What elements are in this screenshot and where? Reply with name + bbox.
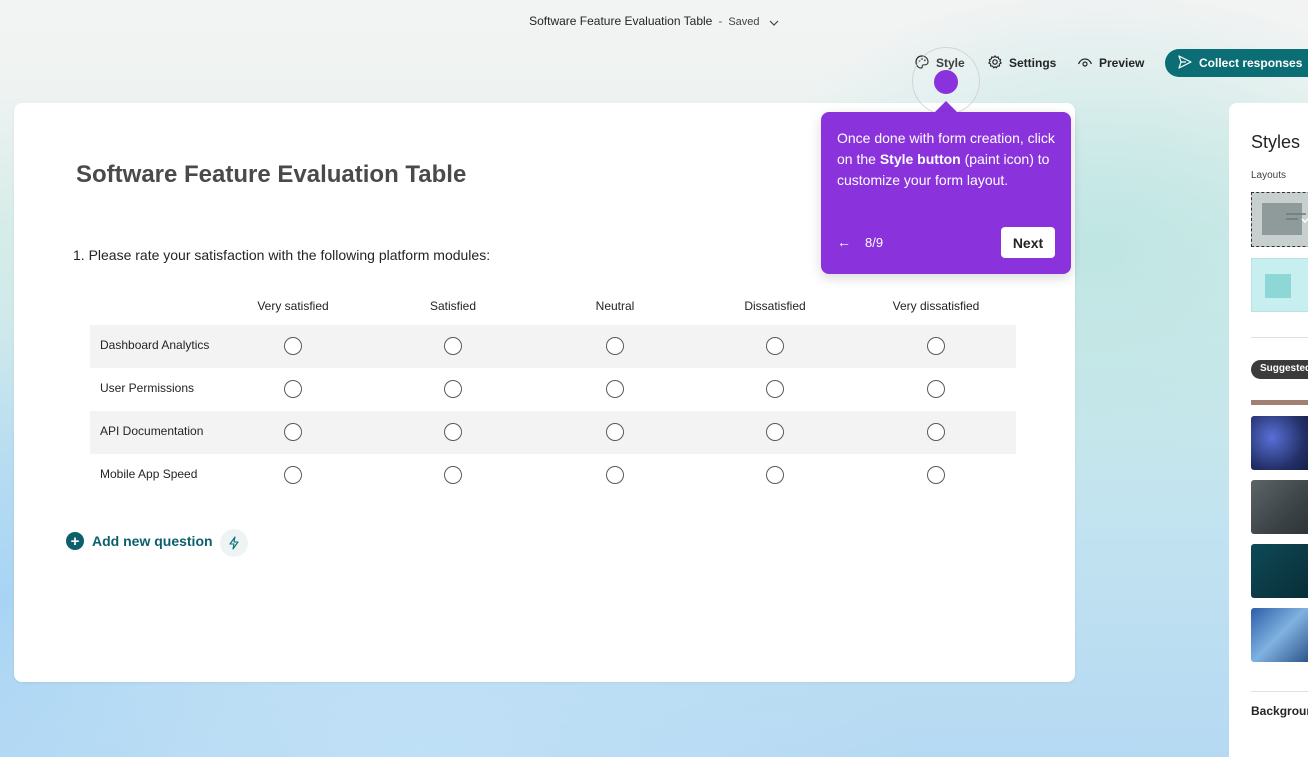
- radio-button[interactable]: [606, 423, 624, 441]
- layout-option-selected[interactable]: [1251, 192, 1308, 247]
- next-button[interactable]: Next: [1001, 227, 1055, 258]
- radio-button[interactable]: [284, 466, 302, 484]
- theme-thumbnail[interactable]: [1251, 480, 1308, 534]
- question-text[interactable]: 1. Please rate your satisfaction with th…: [73, 247, 490, 263]
- row-label: Dashboard Analytics: [100, 338, 210, 352]
- preview-button[interactable]: Preview: [1077, 54, 1144, 72]
- document-title-bar[interactable]: Software Feature Evaluation Table - Saved: [0, 14, 1308, 29]
- row-label: Mobile App Speed: [100, 467, 198, 481]
- table-row: User Permissions: [90, 368, 1016, 411]
- chevron-down-icon[interactable]: [769, 15, 779, 29]
- styles-panel: Styles Layouts Suggested Background: [1229, 103, 1308, 757]
- collect-responses-label: Collect responses: [1199, 56, 1303, 70]
- table-row: Mobile App Speed: [90, 454, 1016, 497]
- check-icon: [1286, 213, 1308, 224]
- radio-button[interactable]: [444, 423, 462, 441]
- save-status: Saved: [728, 16, 760, 28]
- radio-button[interactable]: [444, 380, 462, 398]
- table-row: API Documentation: [90, 411, 1016, 454]
- radio-button[interactable]: [606, 380, 624, 398]
- radio-button[interactable]: [444, 337, 462, 355]
- column-header: Neutral: [595, 299, 635, 313]
- row-label: User Permissions: [100, 381, 195, 395]
- plus-circle-icon: +: [66, 532, 84, 550]
- background-label: Background: [1251, 704, 1308, 718]
- column-header: Very dissatisfied: [892, 299, 980, 313]
- gear-icon: [987, 54, 1003, 73]
- preview-button-label: Preview: [1099, 56, 1145, 70]
- settings-button-label: Settings: [1009, 56, 1057, 70]
- document-title[interactable]: Software Feature Evaluation Table: [529, 14, 712, 28]
- radio-button[interactable]: [606, 337, 624, 355]
- back-arrow-icon[interactable]: ←: [837, 234, 851, 250]
- add-new-question-label: Add new question: [92, 533, 213, 549]
- lightning-icon[interactable]: [220, 529, 248, 557]
- radio-button[interactable]: [606, 466, 624, 484]
- settings-button[interactable]: Settings: [987, 54, 1056, 72]
- eye-icon: [1077, 54, 1093, 73]
- top-bar: Software Feature Evaluation Table - Saved: [0, 0, 1308, 44]
- radio-button[interactable]: [766, 337, 784, 355]
- theme-thumbnail[interactable]: [1251, 416, 1308, 470]
- collect-responses-button[interactable]: Collect responses: [1165, 49, 1308, 77]
- row-label: API Documentation: [100, 424, 204, 438]
- radio-button[interactable]: [927, 337, 945, 355]
- guide-tooltip: Once done with form creation, click on t…: [821, 112, 1071, 274]
- radio-button[interactable]: [927, 423, 945, 441]
- styles-panel-title: Styles: [1251, 132, 1301, 152]
- layouts-label: Layouts: [1251, 170, 1287, 181]
- theme-thumbnail[interactable]: [1251, 400, 1308, 405]
- table-row: Dashboard Analytics: [90, 325, 1016, 368]
- radio-button[interactable]: [927, 466, 945, 484]
- title-separator: -: [718, 14, 723, 28]
- spotlight-dot: [934, 70, 958, 94]
- suggested-tag[interactable]: Suggested: [1251, 360, 1308, 379]
- radio-button[interactable]: [284, 337, 302, 355]
- radio-button[interactable]: [766, 380, 784, 398]
- layout-option[interactable]: [1251, 258, 1308, 312]
- add-new-question-button[interactable]: + Add new question: [66, 532, 213, 550]
- tooltip-bold-text: Style button: [879, 151, 961, 167]
- radio-button[interactable]: [927, 380, 945, 398]
- tooltip-step-counter: 8/9: [865, 235, 884, 250]
- radio-button[interactable]: [766, 466, 784, 484]
- divider: [1251, 337, 1308, 338]
- column-header: Dissatisfied: [744, 299, 806, 313]
- send-icon: [1177, 54, 1193, 73]
- column-header: Satisfied: [429, 299, 477, 313]
- radio-button[interactable]: [444, 466, 462, 484]
- tooltip-message: Once done with form creation, click on t…: [837, 130, 1055, 188]
- divider: [1251, 691, 1308, 692]
- radio-button[interactable]: [284, 380, 302, 398]
- theme-thumbnail[interactable]: [1251, 608, 1308, 662]
- form-title[interactable]: Software Feature Evaluation Table: [76, 161, 466, 189]
- radio-button[interactable]: [766, 423, 784, 441]
- radio-button[interactable]: [284, 423, 302, 441]
- theme-thumbnail[interactable]: [1251, 544, 1308, 598]
- layout-preview-image: [1265, 274, 1291, 298]
- column-header: Very satisfied: [257, 299, 329, 313]
